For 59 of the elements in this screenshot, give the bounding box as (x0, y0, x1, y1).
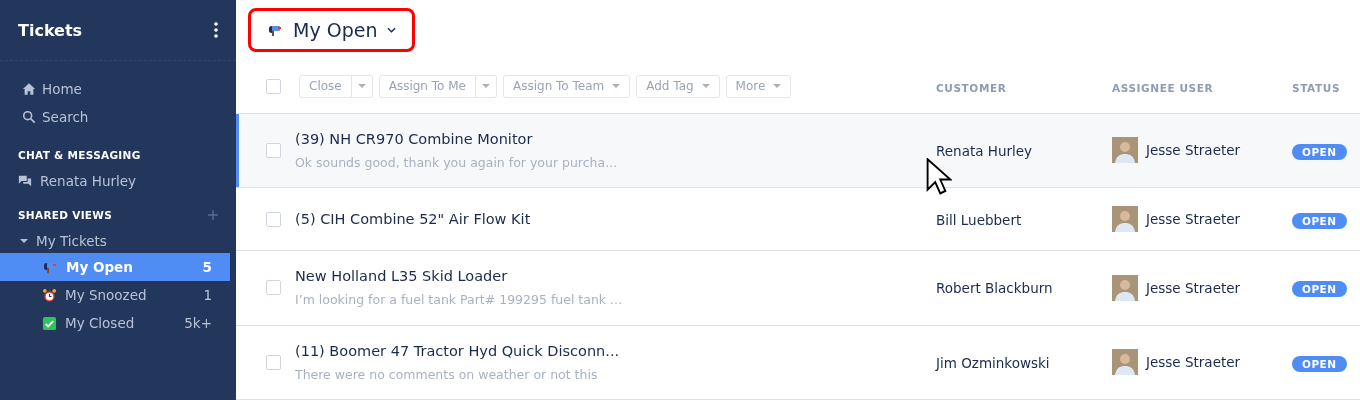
view-item[interactable]: My Snoozed 1 (0, 281, 230, 309)
avatar-icon (1112, 349, 1138, 376)
customer-name: Jim Ozminkowski (936, 354, 1050, 371)
alarm-clock-icon (42, 287, 57, 303)
section-heading: CHAT & MESSAGING (18, 149, 141, 161)
select-all-checkbox[interactable] (266, 78, 281, 94)
ticket-row[interactable]: (39) NH CR970 Combine Monitor Ok sounds good, thank you again for your purcha... Renata Hurley Jesse Straeter OPEN (236, 113, 1360, 189)
ticket-title[interactable]: New Holland L35 Skid Loader (295, 268, 622, 285)
customer-name: Renata Hurley (936, 142, 1033, 159)
assignee-name: Jesse Straeter (1146, 142, 1241, 159)
ticket-title[interactable]: (39) NH CR970 Combine Monitor (295, 130, 618, 147)
view-item[interactable]: My Closed 5k+ (0, 309, 230, 337)
caret-icon (357, 84, 366, 89)
more-options-icon[interactable] (214, 22, 218, 38)
ticket-row[interactable]: (11) Boomer 47 Tractor Hyd Quick Disconn... There were no comments on weather or not this Jim Ozminkowski Jesse Straeter OPEN (236, 325, 1360, 400)
tree-folder[interactable]: My Tickets (36, 233, 107, 249)
dropdown-button[interactable] (351, 74, 373, 98)
avatar-icon (1112, 274, 1138, 301)
home-icon (22, 82, 36, 96)
ticket-snippet: I’m looking for a fuel tank Part# 199295 fuel tank ... (295, 292, 622, 308)
status-badge: OPEN (1292, 355, 1347, 372)
status-badge: OPEN (1292, 281, 1347, 298)
ticket-snippet: Ok sounds good, thank you again for your purcha... (295, 154, 618, 170)
cursor-icon (926, 158, 952, 196)
avatar-icon (1112, 137, 1138, 164)
status-badge: OPEN (1292, 212, 1347, 229)
row-checkbox[interactable] (266, 142, 281, 158)
caret-icon (701, 84, 710, 89)
customer-name: Robert Blackburn (936, 280, 1053, 297)
dropdown-button[interactable] (476, 74, 497, 98)
ticket-row[interactable]: New Holland L35 Skid Loader I’m looking for a fuel tank Part# 199295 fuel tank ... Robert Blackburn Jesse Straeter OPEN (236, 251, 1360, 326)
checkmark-icon (42, 315, 57, 331)
caret-icon[interactable] (20, 237, 28, 245)
sidebar-title: Tickets (18, 20, 83, 40)
row-checkbox[interactable] (266, 211, 281, 227)
search-icon (22, 110, 36, 124)
add-icon[interactable] (208, 210, 218, 220)
assignee-name: Jesse Straeter (1146, 211, 1241, 228)
status-badge: OPEN (1292, 143, 1347, 160)
row-checkbox[interactable] (266, 280, 281, 296)
nav-item[interactable]: Search (42, 109, 89, 125)
chat-icon (18, 174, 32, 188)
view-selector[interactable]: My Open (248, 8, 416, 53)
section-heading: SHARED VIEWS (18, 209, 113, 221)
ticket-row[interactable]: (5) CIH Combine 52" Air Flow Kit Bill Luebbert Jesse Straeter OPEN (236, 188, 1360, 251)
ticket-snippet: There were no comments on weather or not this (295, 366, 599, 382)
chevron-down-icon (387, 27, 397, 34)
chat-item[interactable]: Renata Hurley (40, 173, 137, 189)
assignee-name: Jesse Straeter (1146, 354, 1241, 371)
row-checkbox[interactable] (266, 354, 281, 370)
nav-item[interactable]: Home (42, 81, 82, 97)
caret-icon (482, 84, 490, 89)
caret-icon (612, 84, 621, 89)
ticket-title[interactable]: (5) CIH Combine 52" Air Flow Kit (295, 211, 531, 228)
assignee-name: Jesse Straeter (1146, 279, 1241, 296)
customer-name: Bill Luebbert (936, 211, 1022, 228)
avatar-icon (1112, 206, 1138, 233)
caret-icon (773, 84, 782, 89)
ticket-title[interactable]: (11) Boomer 47 Tractor Hyd Quick Disconn... (295, 342, 620, 359)
